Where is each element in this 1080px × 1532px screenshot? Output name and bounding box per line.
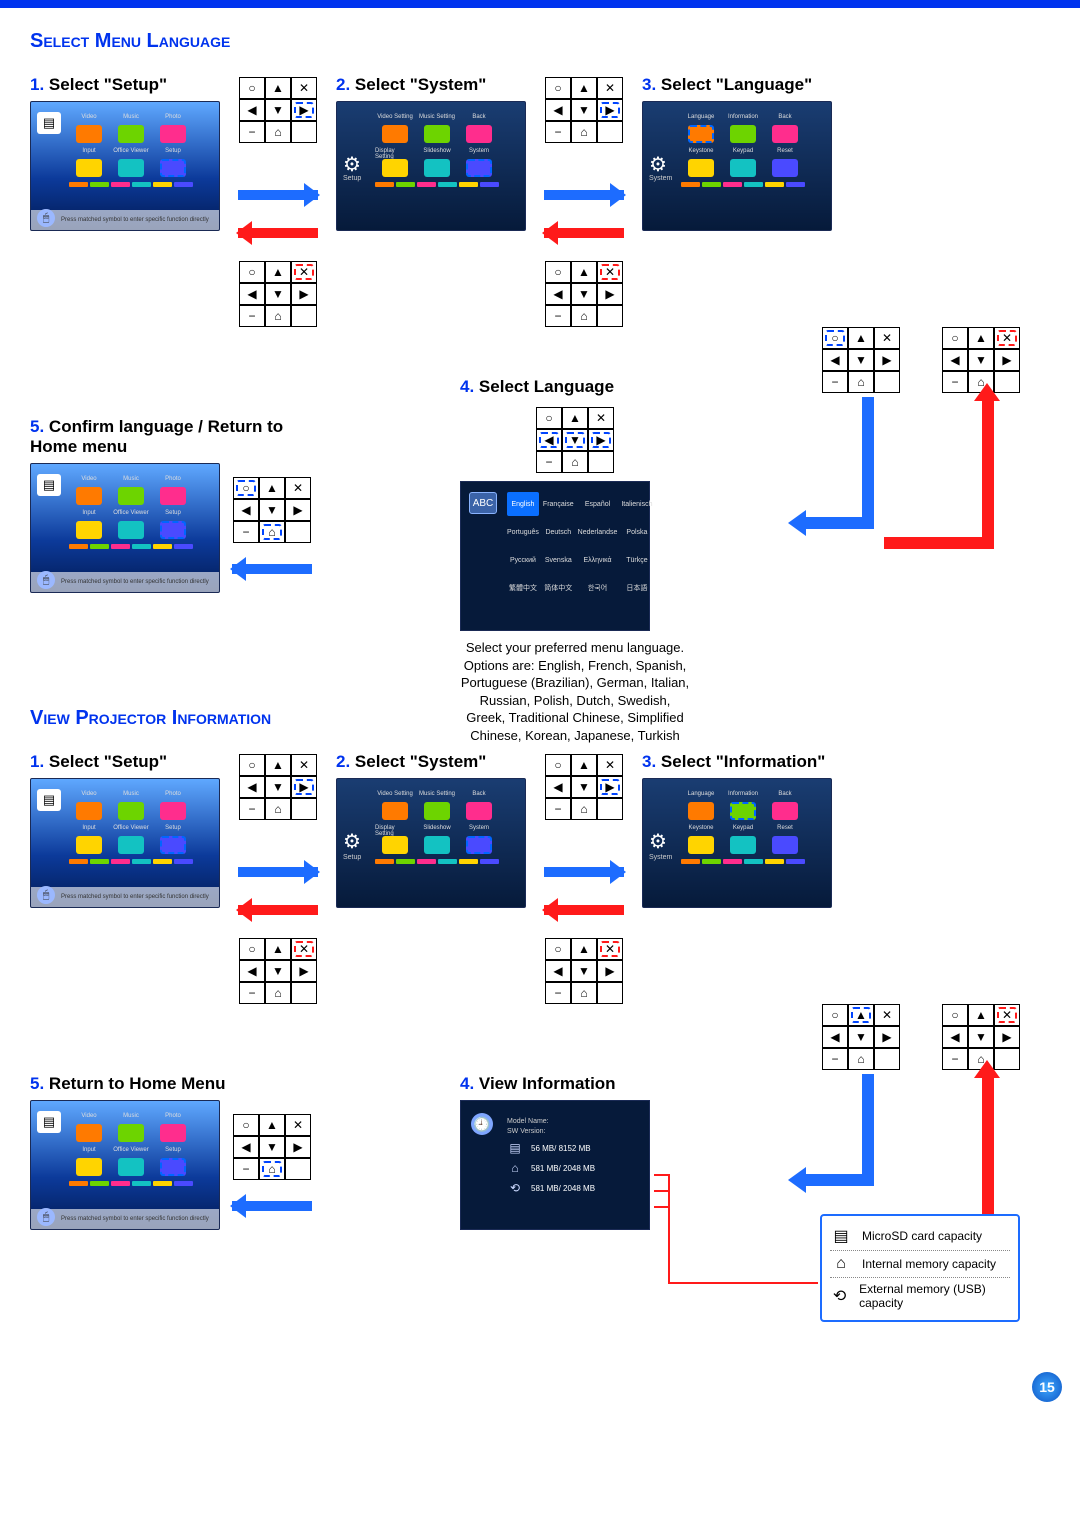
language-caption: Select your preferred menu language. Opt… [460,639,690,744]
s1-step3-label: 3. Select "Language" [642,75,832,95]
s2-step1: 1. Select "Setup" ▤ Video Music Photo In… [30,752,220,908]
system-screen-2: ⚙Setup Video Setting Music Setting Back … [336,778,526,908]
capacity-legend: ▤MicroSD card capacity ⌂Internal memory … [820,1214,1020,1322]
arrow-left-icon [238,223,318,243]
clock-icon: 🕘 [471,1113,493,1135]
remote-pad: ○▲✕ ◀▼▶ −⌂ [239,938,317,1004]
arrow-right-icon [544,862,624,882]
section2-row2: ○▲✕ ◀▼▶ −⌂ ○▲✕ ◀▼▶ −⌂ 4. View Informatio… [30,1014,1050,1374]
s2-nav-2-3: ○▲✕ ◀▼▶ −⌂ ○▲✕ ◀▼▶ −⌂ [544,752,624,1004]
information-screen: 🕘 Model Name: SW Version: ▤56 MB/ 8152 M… [460,1100,650,1230]
remote-pad: ○▲✕ ◀▼▶ −⌂ [822,1004,900,1070]
remote-pad: ○▲✕ ◀▼▶ −⌂ [822,327,900,393]
s1-step2-label: 2. Select "System" [336,75,526,95]
mouse-icon: 🖱 [37,1208,55,1226]
sd-icon: ▤ [507,1141,523,1155]
mouse-icon: 🖱 [37,571,55,589]
remote-pad: ○▲✕ ◀▼▶ −⌂ [233,1114,311,1180]
sd-slot-icon: ▤ [37,112,61,134]
s1-step2: 2. Select "System" ⚙Setup Video Setting … [336,75,526,231]
arrow-left-icon [544,900,624,920]
gear-icon: ⚙System [649,152,672,182]
remote-pad: ○▲✕ ◀▼▶ −⌂ [239,77,317,143]
arrow-right-icon [238,185,318,205]
s1-step5: 5. Confirm language / Return to Home men… [30,417,312,593]
gear-icon: ⚙Setup [343,152,361,182]
remote-pad: ○▲✕ ◀▼▶ −⌂ [545,938,623,1004]
gear-icon: ⚙System [649,829,672,861]
usb-icon: ⟲ [507,1181,523,1195]
language-grid: English Française Español Italienisch Po… [507,492,639,600]
system-screen: ⚙Setup Video Setting Music Setting Back … [336,101,526,231]
s1-nav-1-2: ○▲✕ ◀▼▶ −⌂ ○▲✕ ◀▼▶ −⌂ [238,75,318,327]
info-menu-screen: ⚙System Language Information Back Keysto… [642,778,832,908]
s1-nav-2-3: ○▲✕ ◀▼▶ −⌂ ○▲✕ ◀▼▶ −⌂ [544,75,624,327]
mouse-icon: 🖱 [37,886,55,904]
arrow-left-icon [232,559,312,579]
remote-pad: ○▲✕ ◀▼▶ −⌂ [239,261,317,327]
language-select-screen: ABC English Française Español Italienisc… [460,481,650,631]
remote-pad: ○▲✕ ◀▼▶ −⌂ [545,261,623,327]
remote-pad: ○▲✕ ◀▼▶ −⌂ [233,477,311,543]
arrow-left-icon [238,900,318,920]
home-screen-1: ▤ Video Music Photo Input Office Viewer … [30,101,220,231]
section1-row2: ○▲✕ ◀▼▶ −⌂ ○▲✕ ◀▼▶ −⌂ 4. Select Language [30,337,1050,697]
s1-step4-label: 4. Select Language [460,377,690,397]
s2-step2: 2. Select "System" ⚙Setup Video Setting … [336,752,526,908]
s2-step3: 3. Select "Information" ⚙System Language… [642,752,832,908]
page-number-badge: 15 [1032,1372,1062,1402]
s2-step5: 5. Return to Home Menu ▤ Video Music Pho… [30,1074,312,1230]
arrow-right-icon [544,185,624,205]
home-screen-2: ▤ Video Music Photo Input Office Viewer … [30,463,220,593]
chip-icon: ⌂ [507,1161,523,1175]
remote-pad: ○▲✕ ◀▼▶ −⌂ [536,407,614,473]
remote-pad: ○▲✕ ◀▼▶ −⌂ [239,754,317,820]
sd-slot-icon: ▤ [37,474,61,496]
s1-step3: 3. Select "Language" ⚙System Language In… [642,75,832,231]
chip-icon: ⌂ [830,1255,852,1273]
s1-step4: 4. Select Language ○▲✕ ◀▼▶ −⌂ ABC Englis… [460,377,690,744]
mouse-icon: 🖱 [37,209,55,227]
page: Select Menu Language 1. Select "Setup" ▤… [0,0,1080,1414]
section2-row1: 1. Select "Setup" ▤ Video Music Photo In… [30,752,1050,1004]
usb-icon: ⟲ [830,1286,849,1306]
language-menu-screen: ⚙System Language Information Back Keysto… [642,101,832,231]
sd-slot-icon: ▤ [37,1111,61,1133]
section1-title: Select Menu Language [30,30,1050,53]
gear-icon: ⚙Setup [343,829,361,861]
arrow-left-icon [544,223,624,243]
s2-nav-1-2: ○▲✕ ◀▼▶ −⌂ ○▲✕ ◀▼▶ −⌂ [238,752,318,1004]
remote-pad: ○▲✕ ◀▼▶ −⌂ [545,754,623,820]
s1-step5-label: 5. Confirm language / Return to Home men… [30,417,310,457]
arrow-right-icon [238,862,318,882]
s1-step1: 1. Select "Setup" ▤ Video Music Photo In… [30,75,220,231]
sd-icon: ▤ [830,1226,852,1246]
home-screen-3: ▤ Video Music Photo Input Office Viewer … [30,778,220,908]
s1-step1-label: 1. Select "Setup" [30,75,220,95]
section1-row1: 1. Select "Setup" ▤ Video Music Photo In… [30,75,1050,327]
abc-icon: ABC [469,492,497,514]
s2-step4: 4. View Information 🕘 Model Name: SW Ver… [460,1074,650,1230]
home-screen-4: ▤ Video Music Photo Input Office Viewer … [30,1100,220,1230]
arrow-left-icon [232,1196,312,1216]
remote-pad: ○▲✕ ◀▼▶ −⌂ [545,77,623,143]
sd-slot-icon: ▤ [37,789,61,811]
